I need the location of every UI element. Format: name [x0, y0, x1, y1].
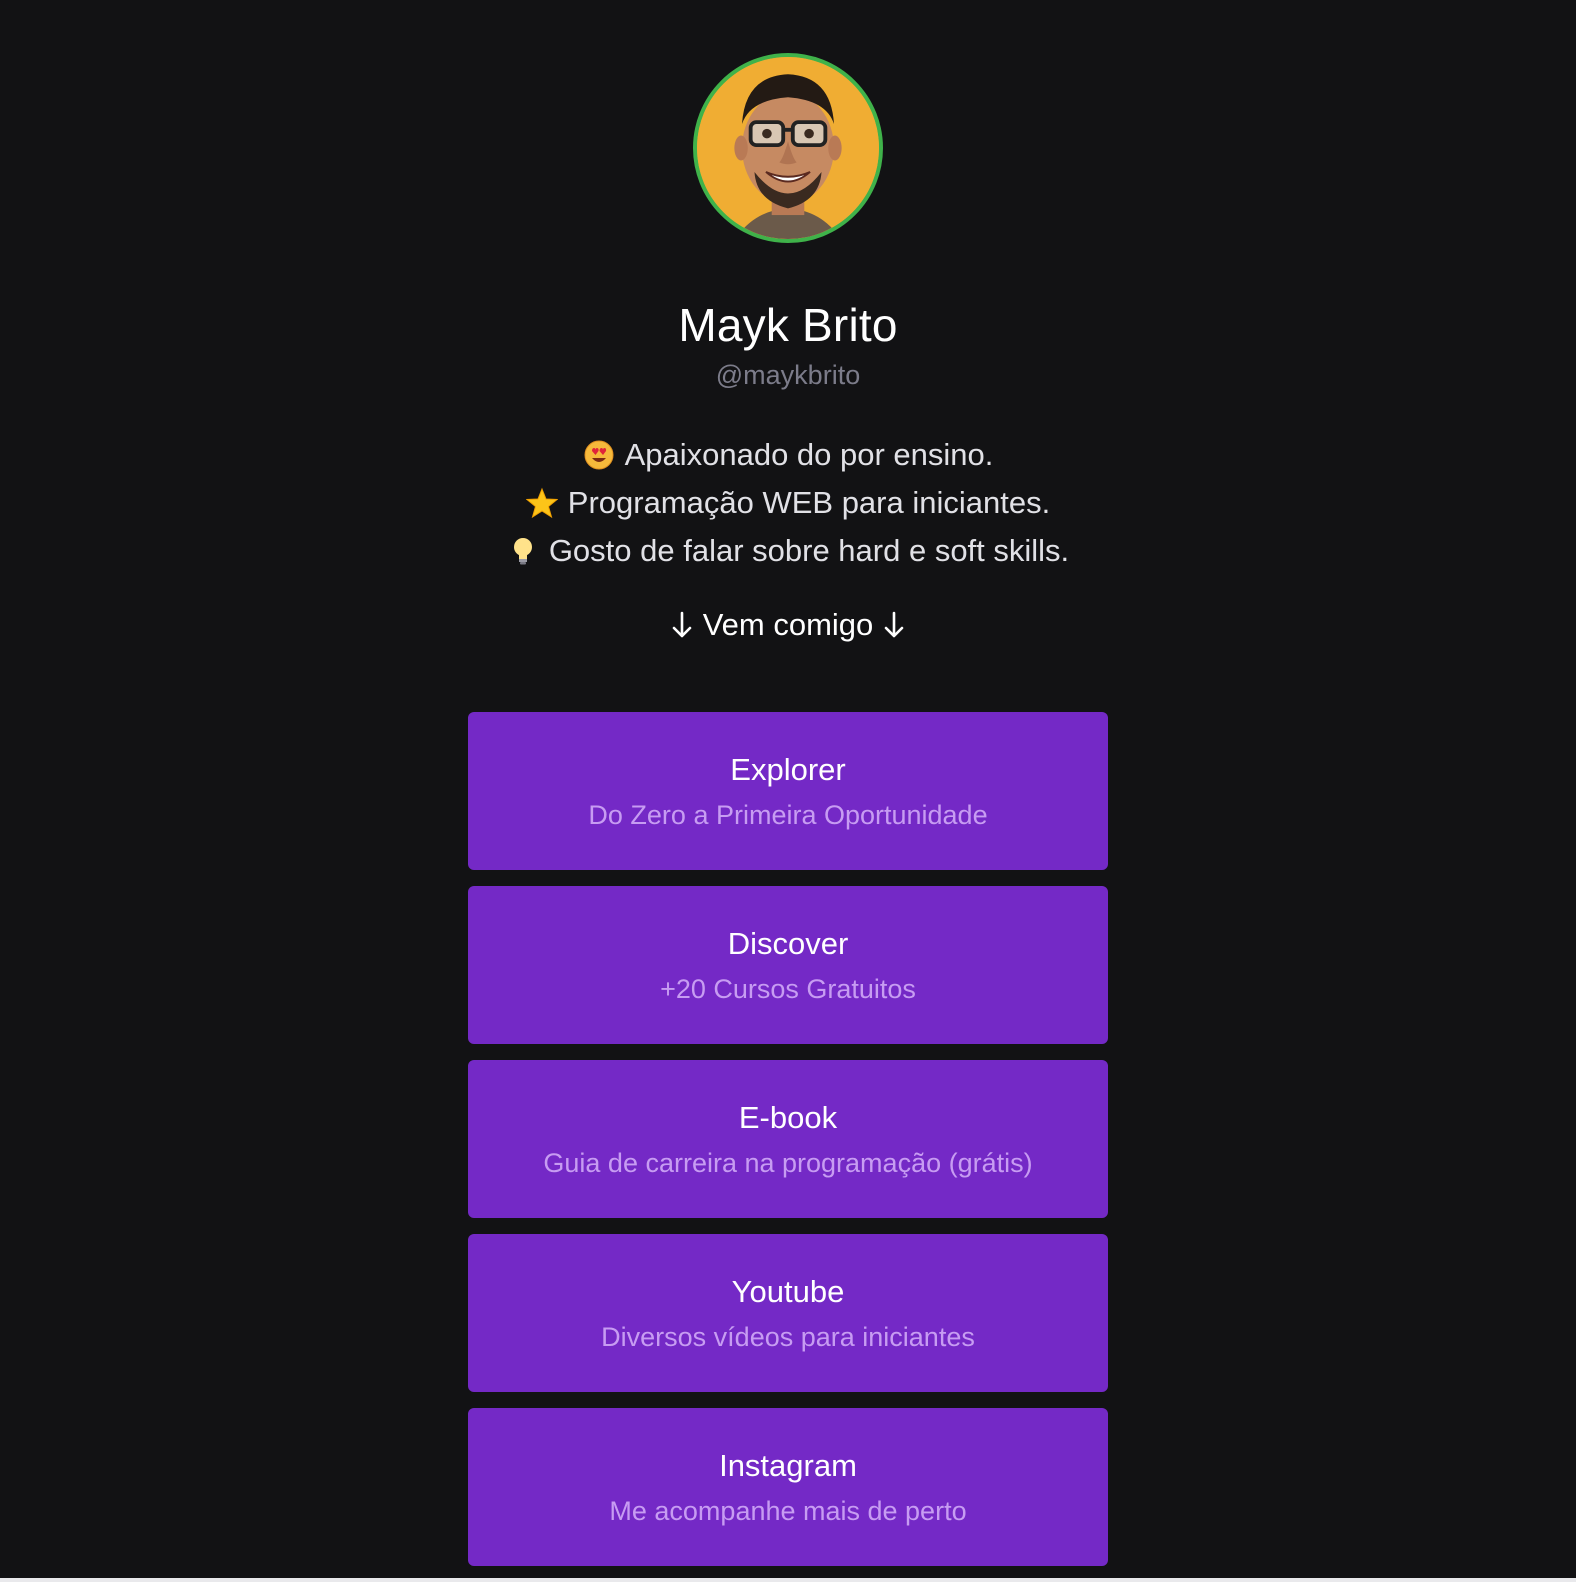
link-title: Discover	[727, 926, 849, 961]
link-ebook[interactable]: E-book Guia de carreira na programação (…	[468, 1060, 1108, 1218]
bio-line: Programação WEB para iniciantes.	[507, 479, 1069, 527]
cta: Vem comigo	[671, 605, 906, 645]
bio-line: Gosto de falar sobre hard e soft skills.	[507, 527, 1069, 575]
link-title: E-book	[738, 1100, 838, 1135]
link-subtitle: Diversos vídeos para iniciantes	[601, 1322, 975, 1352]
avatar	[693, 53, 883, 243]
arrow-down-icon	[883, 610, 905, 640]
link-youtube[interactable]: Youtube Diversos vídeos para iniciantes	[468, 1234, 1108, 1392]
bio: Apaixonado do por ensino. Programação WE…	[507, 431, 1069, 575]
link-subtitle: Do Zero a Primeira Oportunidade	[588, 800, 988, 830]
link-subtitle: +20 Cursos Gratuitos	[660, 974, 916, 1004]
arrow-down-icon	[671, 610, 693, 640]
avatar-photo	[697, 57, 879, 239]
star-emoji-icon	[525, 487, 558, 519]
cta-text: Vem comigo	[702, 607, 874, 642]
bio-line: Apaixonado do por ensino.	[507, 431, 1069, 479]
bio-line-text: Apaixonado do por ensino.	[624, 437, 994, 472]
lightbulb-emoji-icon	[507, 535, 539, 567]
link-title: Instagram	[719, 1448, 857, 1483]
link-explorer[interactable]: Explorer Do Zero a Primeira Oportunidade	[468, 712, 1108, 870]
link-instagram[interactable]: Instagram Me acompanhe mais de perto	[468, 1408, 1108, 1566]
bio-line-text: Programação WEB para iniciantes.	[567, 485, 1051, 520]
link-title: Explorer	[730, 752, 846, 787]
link-discover[interactable]: Discover +20 Cursos Gratuitos	[468, 886, 1108, 1044]
link-subtitle: Me acompanhe mais de perto	[609, 1496, 967, 1526]
profile-handle: @maykbrito	[715, 360, 861, 390]
link-title: Youtube	[731, 1274, 845, 1309]
bottom-edge-line	[0, 1578, 1576, 1582]
bio-line-text: Gosto de falar sobre hard e soft skills.	[548, 533, 1070, 568]
link-subtitle: Guia de carreira na programação (grátis)	[543, 1148, 1033, 1178]
profile-page: Mayk Brito @maykbrito Apaixonado do por …	[0, 0, 1576, 1566]
profile-name: Mayk Brito	[678, 299, 898, 351]
heart-eyes-emoji-icon	[583, 439, 615, 471]
links-list: Explorer Do Zero a Primeira Oportunidade…	[468, 712, 1108, 1566]
